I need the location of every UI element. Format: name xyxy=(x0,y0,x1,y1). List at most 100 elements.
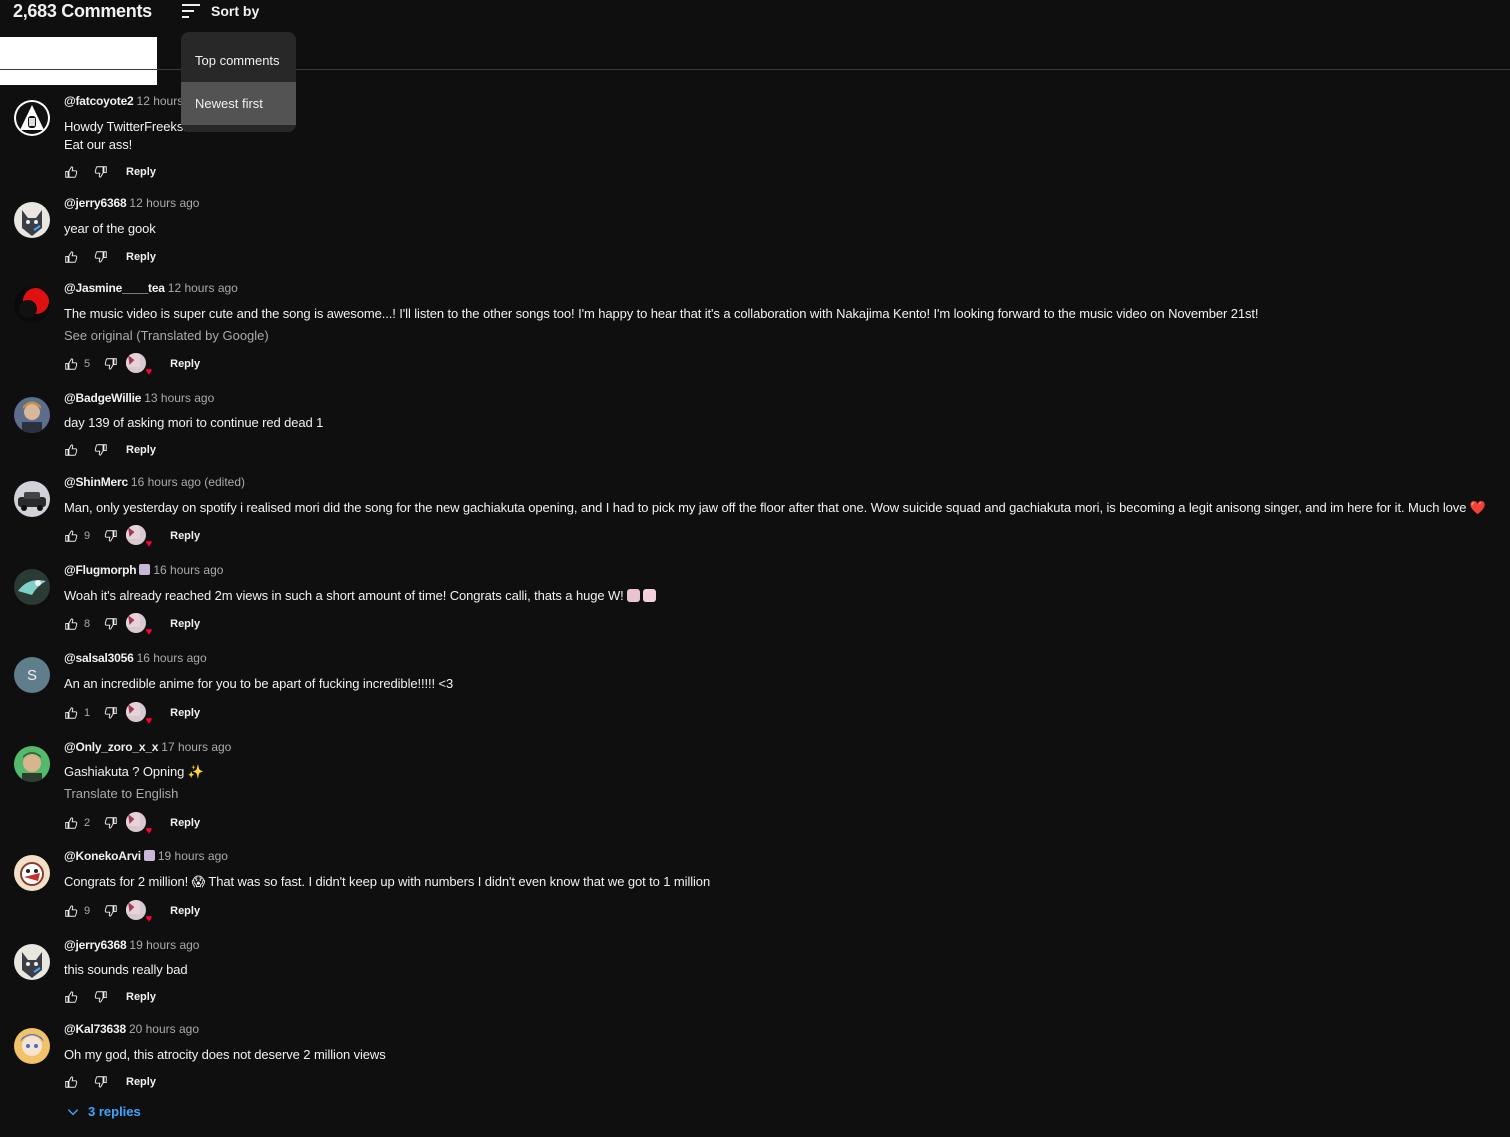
translate-link[interactable]: Translate to English xyxy=(64,786,178,801)
comment-box-placeholder[interactable] xyxy=(0,37,157,85)
reply-button[interactable]: Reply xyxy=(126,444,156,456)
like-button[interactable] xyxy=(64,250,78,264)
comment-author[interactable]: @jerry6368 xyxy=(64,938,127,952)
dislike-button[interactable] xyxy=(94,250,108,264)
replies-count: 3 replies xyxy=(88,1104,141,1119)
like-button[interactable] xyxy=(64,990,78,1004)
like-button[interactable] xyxy=(64,165,78,179)
dislike-button[interactable] xyxy=(104,357,118,371)
sort-icon xyxy=(182,4,200,18)
comment-author[interactable]: @Kal73638 xyxy=(64,1022,126,1036)
like-button[interactable]: 1 xyxy=(64,706,90,720)
comment-time[interactable]: 12 hours ago xyxy=(168,281,238,295)
comment-time[interactable]: 19 hours ago xyxy=(129,938,199,952)
comment-time[interactable]: 17 hours ago xyxy=(161,740,231,754)
creator-heart[interactable]: ♥ xyxy=(126,525,152,550)
reply-button[interactable]: Reply xyxy=(126,1076,156,1088)
comment-meta: @Kal73638 20 hours ago xyxy=(64,1022,199,1036)
dislike-button[interactable] xyxy=(94,165,108,179)
comment-time[interactable]: 20 hours ago xyxy=(129,1022,199,1036)
sort-option-top[interactable]: Top comments xyxy=(181,39,296,82)
like-button[interactable]: 9 xyxy=(64,904,90,918)
reply-button[interactable]: Reply xyxy=(126,251,156,263)
creator-avatar xyxy=(126,353,147,373)
avatar[interactable] xyxy=(14,569,50,605)
thumbs-up-icon xyxy=(65,358,78,370)
dislike-button[interactable] xyxy=(104,529,118,543)
member-badge-icon xyxy=(143,850,155,861)
dislike-button[interactable] xyxy=(104,816,118,830)
comment-author[interactable]: @Only_zoro_x_x xyxy=(64,740,158,754)
comment-actions: Reply xyxy=(64,987,156,1007)
dislike-button[interactable] xyxy=(94,1075,108,1089)
sort-by-label: Sort by xyxy=(211,3,260,19)
creator-heart[interactable]: ♥ xyxy=(126,613,152,638)
comment-author[interactable]: @KonekoArvi xyxy=(64,849,141,863)
like-button[interactable]: 8 xyxy=(64,617,90,631)
avatar[interactable] xyxy=(14,1028,50,1064)
avatar[interactable] xyxy=(14,481,50,517)
comment-text: day 139 of asking mori to continue red d… xyxy=(64,415,324,430)
dislike-button[interactable] xyxy=(94,990,108,1004)
comment-author[interactable]: @Flugmorph xyxy=(64,563,137,577)
like-button[interactable] xyxy=(64,1075,78,1089)
comment-author[interactable]: @ShinMerc xyxy=(64,475,128,489)
reply-button[interactable]: Reply xyxy=(170,905,200,917)
creator-heart[interactable]: ♥ xyxy=(126,702,152,727)
comment-actions: Reply xyxy=(64,247,156,267)
creator-avatar xyxy=(126,702,147,722)
comment-actions: 9 ♥ Reply xyxy=(64,525,200,550)
dislike-button[interactable] xyxy=(104,706,118,720)
thumbs-down-icon xyxy=(94,251,107,263)
comment-author[interactable]: @fatcoyote2 xyxy=(64,94,134,108)
like-count: 5 xyxy=(84,358,91,370)
heart-icon: ♥ xyxy=(145,538,153,550)
avatar[interactable] xyxy=(14,855,50,891)
comments-header: 2,683 Comments Sort by xyxy=(0,0,1510,26)
creator-heart[interactable]: ♥ xyxy=(126,812,152,837)
dislike-button[interactable] xyxy=(94,443,108,457)
creator-heart[interactable]: ♥ xyxy=(126,353,152,378)
like-button[interactable] xyxy=(64,443,78,457)
like-button[interactable]: 2 xyxy=(64,816,90,830)
avatar[interactable] xyxy=(14,746,50,782)
comment-time[interactable]: 13 hours ago xyxy=(144,391,214,405)
like-button[interactable]: 5 xyxy=(64,357,90,371)
reply-button[interactable]: Reply xyxy=(170,618,200,630)
comment-meta: @Flugmorph 16 hours ago xyxy=(64,563,223,577)
creator-heart[interactable]: ♥ xyxy=(126,900,152,925)
show-replies-button[interactable]: 3 replies xyxy=(66,1104,141,1119)
comment-time[interactable]: 16 hours ago (edited) xyxy=(131,475,245,489)
reply-button[interactable]: Reply xyxy=(126,991,156,1003)
comment-time[interactable]: 19 hours ago xyxy=(158,849,228,863)
avatar[interactable] xyxy=(14,944,50,980)
reply-button[interactable]: Reply xyxy=(170,817,200,829)
reply-button[interactable]: Reply xyxy=(170,707,200,719)
comment-author[interactable]: @BadgeWillie xyxy=(64,391,141,405)
comment-time[interactable]: 16 hours ago xyxy=(137,651,207,665)
comment-author[interactable]: @jerry6368 xyxy=(64,196,127,210)
comment-time[interactable]: 12 hours ago xyxy=(129,196,199,210)
avatar[interactable] xyxy=(14,397,50,433)
avatar[interactable] xyxy=(14,100,50,136)
reply-button[interactable]: Reply xyxy=(126,166,156,178)
like-button[interactable]: 9 xyxy=(64,529,90,543)
sort-by-button[interactable]: Sort by xyxy=(182,2,259,20)
creator-avatar xyxy=(126,525,147,545)
comment-author[interactable]: @Jasmine____tea xyxy=(64,281,165,295)
comment-actions: 8 ♥ Reply xyxy=(64,613,200,638)
avatar[interactable] xyxy=(14,287,50,323)
dislike-button[interactable] xyxy=(104,904,118,918)
dislike-button[interactable] xyxy=(104,617,118,631)
reply-button[interactable]: Reply xyxy=(170,530,200,542)
reply-button[interactable]: Reply xyxy=(170,358,200,370)
thumbs-down-icon xyxy=(94,991,107,1003)
comment-author[interactable]: @salsal3056 xyxy=(64,651,134,665)
see-original-link[interactable]: See original (Translated by Google) xyxy=(64,328,269,343)
comment-time[interactable]: 16 hours ago xyxy=(153,563,223,577)
comment-meta: @ShinMerc 16 hours ago (edited) xyxy=(64,475,245,489)
avatar[interactable] xyxy=(14,202,50,238)
sort-option-newest[interactable]: Newest first xyxy=(181,82,296,125)
avatar[interactable]: S xyxy=(14,657,50,693)
like-count: 8 xyxy=(84,618,91,630)
